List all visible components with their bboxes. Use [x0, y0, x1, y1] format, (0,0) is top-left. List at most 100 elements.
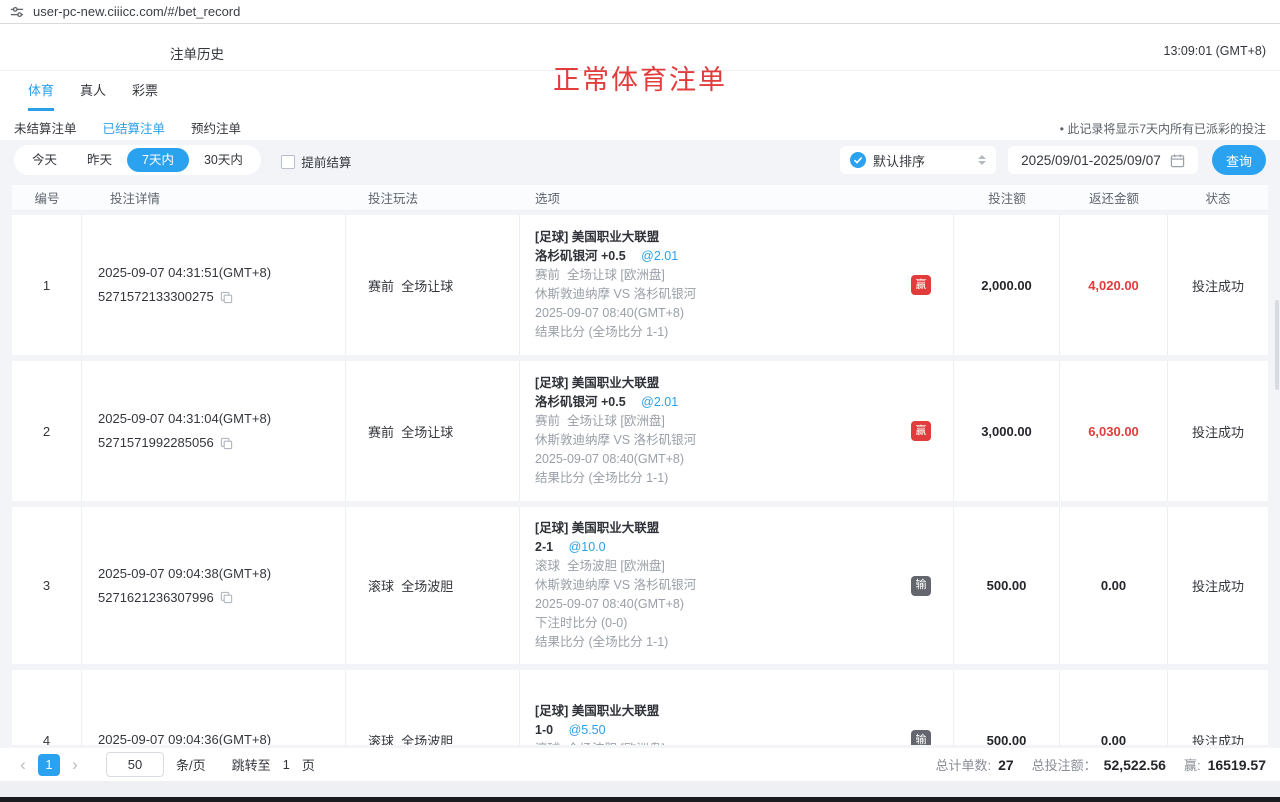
table-row: 4 2025-09-07 09:04:36(GMT+8) 滚球 全场波胆 [足球… [12, 670, 1268, 745]
option-line: 2025-09-07 08:40(GMT+8) [535, 450, 696, 469]
pick-selection: 洛杉矶银河 +0.5 [535, 395, 626, 409]
row-number: 3 [12, 507, 82, 664]
pick-selection: 1-0 [535, 723, 553, 737]
table-row: 2 2025-09-07 04:31:04(GMT+8) 52715719922… [12, 361, 1268, 501]
total-count-label: 总计单数: [935, 755, 991, 774]
next-page-icon[interactable]: › [66, 756, 84, 773]
play-type: 滚球 全场波胆 [346, 507, 520, 664]
result-badge: 输 [911, 730, 931, 745]
site-settings-icon[interactable] [10, 5, 24, 19]
early-settle-label: 提前结算 [301, 152, 351, 171]
col-header-status: 状态 [1168, 188, 1268, 207]
table-row: 1 2025-09-07 04:31:51(GMT+8) 52715721333… [12, 215, 1268, 355]
range-7days-button[interactable]: 7天内 [127, 148, 189, 172]
bet-detail-cell: 2025-09-07 04:31:51(GMT+8) 5271572133300… [82, 215, 346, 355]
checkbox-icon[interactable] [281, 155, 295, 169]
play-type: 赛前 全场让球 [346, 361, 520, 501]
filter-bar: 今天 昨天 7天内 30天内 提前结算 默认排序 [14, 145, 1266, 175]
league-name: [足球] 美国职业大联盟 [535, 374, 659, 393]
sort-select[interactable]: 默认排序 [840, 146, 996, 174]
play-type: 滚球 全场波胆 [346, 670, 520, 745]
per-page-label: 条/页 [176, 755, 206, 774]
bet-time: 2025-09-07 09:04:36(GMT+8) [98, 728, 271, 745]
total-count-value: 27 [998, 757, 1014, 773]
stake-amount: 500.00 [954, 670, 1060, 745]
option-line: 休斯敦迪纳摩 VS 洛杉矶银河 [535, 285, 696, 304]
total-stake-value: 52,522.56 [1104, 757, 1166, 773]
option-line: 滚球 全场波胆 [欧洲盘] [535, 740, 696, 745]
totals-summary: 总计单数: 27 总投注额： 52,522.56 赢: 16519.57 [935, 755, 1266, 774]
prev-page-icon[interactable]: ‹ [14, 756, 32, 773]
payout-amount: 6,030.00 [1060, 361, 1168, 501]
bet-status: 投注成功 [1168, 361, 1268, 501]
bet-time: 2025-09-07 04:31:51(GMT+8) [98, 261, 271, 285]
tab-sports[interactable]: 体育 [28, 80, 54, 111]
odds-value: @5.50 [569, 723, 606, 737]
total-win-label: 赢: [1184, 755, 1201, 774]
option-line: 结果比分 (全场比分 1-1) [535, 469, 696, 488]
odds-value: @2.01 [641, 249, 678, 263]
col-header-detail: 投注详情 [82, 188, 346, 207]
col-header-no: 编号 [12, 188, 82, 207]
league-name: [足球] 美国职业大联盟 [535, 702, 659, 721]
search-button[interactable]: 查询 [1212, 145, 1266, 175]
annotation-text: 正常体育注单 [553, 58, 727, 97]
current-page-button[interactable]: 1 [38, 754, 60, 776]
table-row: 3 2025-09-07 09:04:38(GMT+8) 52716212363… [12, 507, 1268, 664]
content-area: 今天 昨天 7天内 30天内 提前结算 默认排序 [0, 140, 1280, 802]
scrollbar-thumb[interactable] [1275, 300, 1279, 390]
option-lines: 滚球 全场波胆 [欧洲盘]休斯敦迪纳摩 VS 洛杉矶银河 [535, 740, 696, 745]
total-win-value: 16519.57 [1208, 757, 1266, 773]
col-header-stake: 投注额 [954, 188, 1060, 207]
option-cell: [足球] 美国职业大联盟 2-1 @10.0 滚球 全场波胆 [欧洲盘]休斯敦迪… [520, 507, 954, 664]
range-30days-button[interactable]: 30天内 [189, 148, 258, 172]
col-header-option: 选项 [520, 188, 954, 207]
result-badge: 赢 [911, 275, 931, 295]
date-range-value: 2025/09/01-2025/09/07 [1021, 153, 1161, 168]
row-number: 1 [12, 215, 82, 355]
bet-status: 投注成功 [1168, 215, 1268, 355]
bet-id: 5271572133300275 [98, 285, 214, 309]
range-yesterday-button[interactable]: 昨天 [72, 148, 127, 172]
option-line: 休斯敦迪纳摩 VS 洛杉矶银河 [535, 431, 696, 450]
table-body: 1 2025-09-07 04:31:51(GMT+8) 52715721333… [12, 211, 1268, 745]
total-stake-label: 总投注额： [1032, 755, 1097, 774]
copy-icon[interactable] [220, 437, 233, 450]
league-name: [足球] 美国职业大联盟 [535, 228, 659, 247]
bottom-bar [0, 797, 1280, 802]
range-today-button[interactable]: 今天 [17, 148, 72, 172]
stake-amount: 500.00 [954, 507, 1060, 664]
bet-status: 投注成功 [1168, 507, 1268, 664]
pagination-footer: ‹ 1 › 条/页 跳转至 1 页 总计单数: 27 总投注额： 52,522.… [0, 748, 1280, 781]
tab-lottery[interactable]: 彩票 [132, 80, 158, 111]
jump-page-value[interactable]: 1 [283, 757, 290, 772]
sort-arrows-icon [978, 155, 986, 165]
odds-value: @2.01 [641, 395, 678, 409]
play-type: 赛前 全场让球 [346, 215, 520, 355]
page-unit-label: 页 [302, 755, 315, 774]
bet-detail-cell: 2025-09-07 09:04:38(GMT+8) 5271621236307… [82, 507, 346, 664]
bet-history-page: 注单历史 13:09:01 (GMT+8) 正常体育注单 体育 真人 彩票 未结… [0, 24, 1280, 802]
date-range-pills: 今天 昨天 7天内 30天内 [14, 145, 261, 175]
option-line: 休斯敦迪纳摩 VS 洛杉矶银河 [535, 576, 696, 595]
option-cell: [足球] 美国职业大联盟 洛杉矶银河 +0.5 @2.01 赛前 全场让球 [欧… [520, 361, 954, 501]
page-size-input[interactable] [106, 752, 164, 777]
option-line: 结果比分 (全场比分 1-1) [535, 633, 696, 652]
col-header-play: 投注玩法 [346, 188, 520, 207]
copy-icon[interactable] [220, 291, 233, 304]
option-cell: [足球] 美国职业大联盟 洛杉矶银河 +0.5 @2.01 赛前 全场让球 [欧… [520, 215, 954, 355]
date-range-picker[interactable]: 2025/09/01-2025/09/07 [1008, 146, 1198, 174]
option-lines: 滚球 全场波胆 [欧洲盘]休斯敦迪纳摩 VS 洛杉矶银河2025-09-07 0… [535, 557, 696, 652]
option-line: 下注时比分 (0-0) [535, 614, 696, 633]
payout-amount: 4,020.00 [1060, 215, 1168, 355]
copy-icon[interactable] [220, 591, 233, 604]
url-text[interactable]: user-pc-new.ciiicc.com/#/bet_record [33, 4, 240, 19]
calendar-icon [1170, 153, 1185, 168]
odds-value: @10.0 [569, 540, 606, 554]
bet-status: 投注成功 [1168, 670, 1268, 745]
tab-live-casino[interactable]: 真人 [80, 80, 106, 111]
browser-address-bar: user-pc-new.ciiicc.com/#/bet_record [0, 0, 1280, 24]
early-settle-checkbox[interactable]: 提前结算 [281, 152, 351, 171]
option-line: 滚球 全场波胆 [欧洲盘] [535, 557, 696, 576]
record-note: • 此记录将显示7天内所有已派彩的投注 [1060, 120, 1266, 137]
